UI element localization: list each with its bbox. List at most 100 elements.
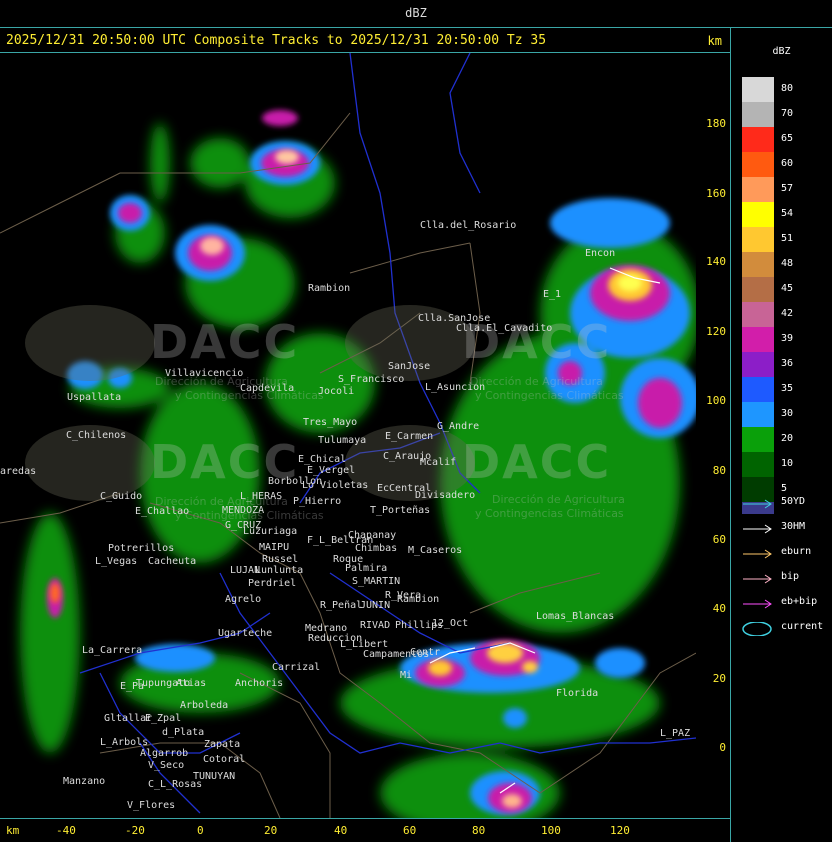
place-label: Clla.El_Cavadito — [456, 323, 553, 334]
legend-level-label: 70 — [781, 108, 794, 119]
x-tick-label: -40 — [56, 824, 76, 837]
place-label: Lomas_Blancas — [536, 611, 615, 622]
watermark-subtitle: y Contingencias Climáticas — [475, 389, 624, 402]
current-cell-icon — [742, 622, 772, 636]
place-label: Luzuriaga — [243, 526, 298, 537]
track-arrow-icon — [743, 524, 772, 534]
legend-level-label: 5 — [781, 483, 788, 494]
legend-level-label: 42 — [781, 308, 794, 319]
place-label: E_Carmen — [385, 431, 434, 442]
legend-swatch — [742, 202, 774, 227]
place-label: V_Seco — [148, 760, 185, 771]
track-arrow-icon — [743, 599, 772, 609]
place-label: E_Vergel — [307, 465, 356, 476]
place-label: Chapanay — [348, 530, 397, 541]
legend-swatch — [742, 77, 774, 102]
legend-swatch — [742, 377, 774, 402]
legend-swatch — [742, 402, 774, 427]
place-label: Arboleda — [180, 700, 229, 711]
legend-level-label: 20 — [781, 433, 794, 444]
track-legend-label: current — [781, 621, 824, 632]
y-tick-label: 140 — [706, 255, 726, 268]
y-tick-label: 180 — [706, 117, 726, 130]
place-label: R_Peñal — [320, 600, 363, 611]
place-label: C_Guido — [100, 491, 143, 502]
place-label: Mcalif — [420, 457, 457, 468]
track-legend-label: bip — [781, 571, 800, 582]
product-header: 2025/12/31 20:50:00 UTC Composite Tracks… — [0, 29, 730, 53]
x-tick-label: 40 — [334, 824, 348, 837]
place-label: T_Porteñas — [370, 505, 431, 516]
legend-level-label: 48 — [781, 258, 794, 269]
place-label: Potrerillos — [108, 543, 175, 554]
place-label: Rambion — [308, 283, 351, 294]
watermark-subtitle: Dirección de Agricultura — [492, 493, 625, 506]
track-arrow-icon — [743, 499, 772, 509]
place-label: L_Asuncion — [425, 382, 486, 393]
place-label: Algarrob — [140, 748, 189, 759]
place-label: Centr — [410, 647, 441, 658]
place-label: d_Plata — [162, 727, 205, 738]
place-label: Mi — [400, 670, 413, 681]
place-label: Jocoli — [318, 386, 355, 397]
place-label: Lunlunta — [255, 565, 304, 576]
y-tick-label: 0 — [719, 741, 726, 754]
legend-swatch — [742, 152, 774, 177]
legend-swatch — [742, 102, 774, 127]
legend-title: dBZ — [772, 46, 791, 57]
y-tick-label: 20 — [712, 672, 726, 685]
x-tick-label: 0 — [197, 824, 204, 837]
watermark-brand: DACC — [150, 315, 300, 369]
legend-swatch — [742, 427, 774, 452]
place-label: Ugarteche — [218, 628, 273, 639]
y-tick-label: 160 — [706, 187, 726, 200]
watermark-subtitle: y Contingencias Climáticas — [475, 507, 624, 520]
legend-level-label: 30 — [781, 408, 794, 419]
legend-level-label: 57 — [781, 183, 794, 194]
track-arrow-icon — [743, 549, 772, 559]
legend-swatch — [742, 127, 774, 152]
place-label: C_Chilenos — [66, 430, 127, 441]
place-label: 12_Oct — [432, 618, 469, 629]
place-label: E_Zpal — [145, 713, 182, 724]
x-tick-label: 100 — [541, 824, 561, 837]
y-tick-label: 40 — [712, 602, 726, 615]
legend-swatch — [742, 227, 774, 252]
place-label: Lo Violetas — [302, 480, 369, 491]
legend-level-label: 54 — [781, 208, 794, 219]
legend-level-label: 51 — [781, 233, 794, 244]
place-label: Uspallata — [67, 392, 122, 403]
watermark-brand: DACC — [462, 435, 612, 489]
legend-swatch — [742, 452, 774, 477]
place-label: S_Francisco — [338, 374, 405, 385]
track-legend-label: eburn — [781, 546, 812, 557]
place-label: L_PAZ — [660, 728, 691, 739]
place-label: Manzano — [63, 776, 106, 787]
place-label: Agrelo — [225, 594, 262, 605]
legend-level-label: 35 — [781, 383, 794, 394]
legend-swatch — [742, 327, 774, 352]
x-tick-label: -20 — [125, 824, 145, 837]
place-label: Florida — [556, 688, 599, 699]
legend-level-label: 60 — [781, 158, 794, 169]
place-label: MENDOZA — [222, 505, 265, 516]
product-title: 2025/12/31 20:50:00 UTC Composite Tracks… — [6, 33, 547, 48]
x-tick-label: 80 — [472, 824, 486, 837]
place-label: M_Caseros — [408, 545, 463, 556]
legend-level-label: 65 — [781, 133, 794, 144]
window-title-bar: dBZ — [0, 0, 832, 28]
place-label: Tulumaya — [318, 435, 367, 446]
place-label: Cacheuta — [148, 556, 197, 567]
place-label: Cotoral — [203, 754, 246, 765]
legend-swatch — [742, 177, 774, 202]
place-label: Divisadero — [415, 490, 476, 501]
legend-swatch — [742, 302, 774, 327]
place-label: Clla.del_Rosario — [420, 220, 517, 231]
watermark-subtitle: Dirección de Agricultura — [470, 375, 603, 388]
place-label: V_Flores — [127, 800, 176, 811]
radar-map[interactable]: DACC DACC DACC DACC Dirección de Agricul… — [0, 53, 696, 818]
place-label: Chimbas — [355, 543, 398, 554]
y-tick-label: 120 — [706, 325, 726, 338]
x-tick-label: 20 — [264, 824, 278, 837]
place-label: L_Arbols — [100, 737, 149, 748]
